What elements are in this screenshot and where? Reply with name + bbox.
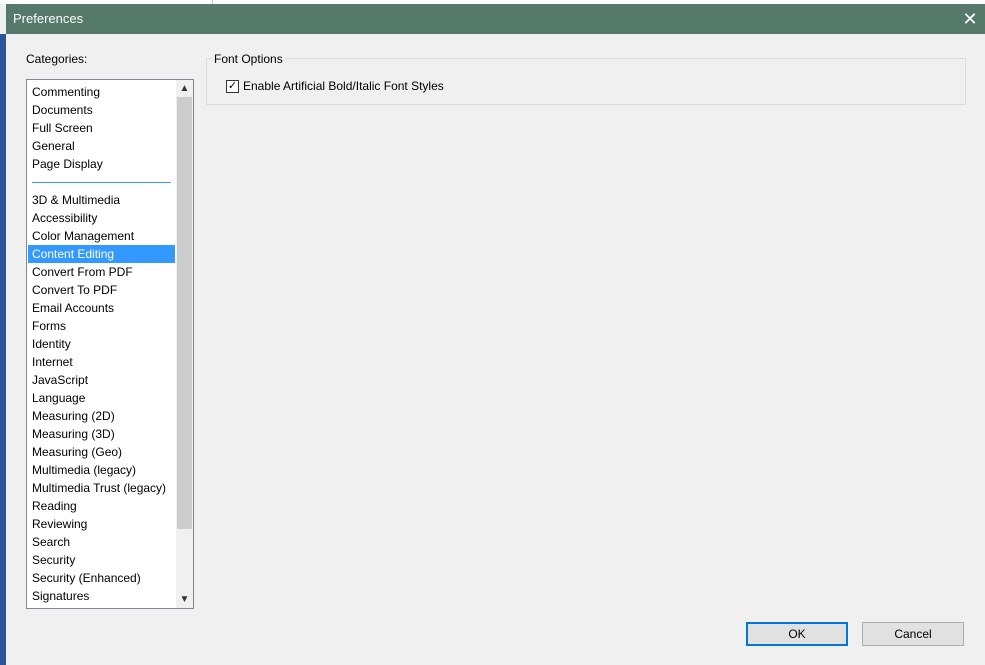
category-item[interactable]: Measuring (2D) xyxy=(28,407,175,425)
category-item[interactable]: Reading xyxy=(28,497,175,515)
category-item[interactable]: Search xyxy=(28,533,175,551)
category-item[interactable]: Accessibility xyxy=(28,209,175,227)
category-item[interactable]: Internet xyxy=(28,353,175,371)
preferences-dialog: Preferences ✕ Categories: Commenting Docu… xyxy=(6,4,985,665)
cancel-button[interactable]: Cancel xyxy=(862,622,964,646)
category-item[interactable]: Full Screen xyxy=(28,119,175,137)
scroll-down-icon[interactable]: ▼ xyxy=(176,591,193,608)
category-item[interactable]: Multimedia (legacy) xyxy=(28,461,175,479)
category-item[interactable]: General xyxy=(28,137,175,155)
category-item[interactable]: Signatures xyxy=(28,587,175,605)
category-item[interactable]: Language xyxy=(28,389,175,407)
category-item[interactable]: Reviewing xyxy=(28,515,175,533)
category-item[interactable]: Forms xyxy=(28,317,175,335)
category-item[interactable]: Measuring (Geo) xyxy=(28,443,175,461)
categories-items: Commenting Documents Full Screen General Pag… xyxy=(28,83,175,605)
category-item[interactable]: Measuring (3D) xyxy=(28,425,175,443)
category-item[interactable]: JavaScript xyxy=(28,371,175,389)
category-item[interactable]: Multimedia Trust (legacy) xyxy=(28,479,175,497)
scroll-thumb[interactable] xyxy=(177,97,192,529)
category-item[interactable]: Email Accounts xyxy=(28,299,175,317)
category-item[interactable]: Color Management xyxy=(28,227,175,245)
category-item[interactable]: Content Editing xyxy=(28,245,175,263)
categories-scrollbar[interactable]: ▲ ▼ xyxy=(176,80,193,608)
category-item[interactable]: 3D & Multimedia xyxy=(28,191,175,209)
categories-label: Categories: xyxy=(26,52,88,66)
category-separator xyxy=(28,173,175,191)
title-bar: Preferences ✕ xyxy=(6,4,985,34)
enable-artificial-fonts-checkbox[interactable]: ✓ xyxy=(226,79,239,93)
category-item[interactable]: Convert From PDF xyxy=(28,263,175,281)
category-item[interactable]: Documents xyxy=(28,101,175,119)
ok-button[interactable]: OK xyxy=(746,622,848,646)
close-icon[interactable]: ✕ xyxy=(955,4,985,34)
category-item[interactable]: Page Display xyxy=(28,155,175,173)
enable-artificial-fonts-row[interactable]: ✓ Enable Artificial Bold/Italic Font Sty… xyxy=(226,79,444,93)
category-item[interactable]: Commenting xyxy=(28,83,175,101)
dialog-title: Preferences xyxy=(13,11,84,26)
category-item[interactable]: Identity xyxy=(28,335,175,353)
enable-artificial-fonts-label[interactable]: Enable Artificial Bold/Italic Font Style… xyxy=(243,79,444,93)
category-item[interactable]: Security (Enhanced) xyxy=(28,569,175,587)
scroll-up-icon[interactable]: ▲ xyxy=(176,80,193,97)
category-item[interactable]: Security xyxy=(28,551,175,569)
categories-list[interactable]: Commenting Documents Full Screen General Pag… xyxy=(26,79,194,609)
category-item[interactable]: Convert To PDF xyxy=(28,281,175,299)
font-options-legend: Font Options xyxy=(212,52,285,66)
